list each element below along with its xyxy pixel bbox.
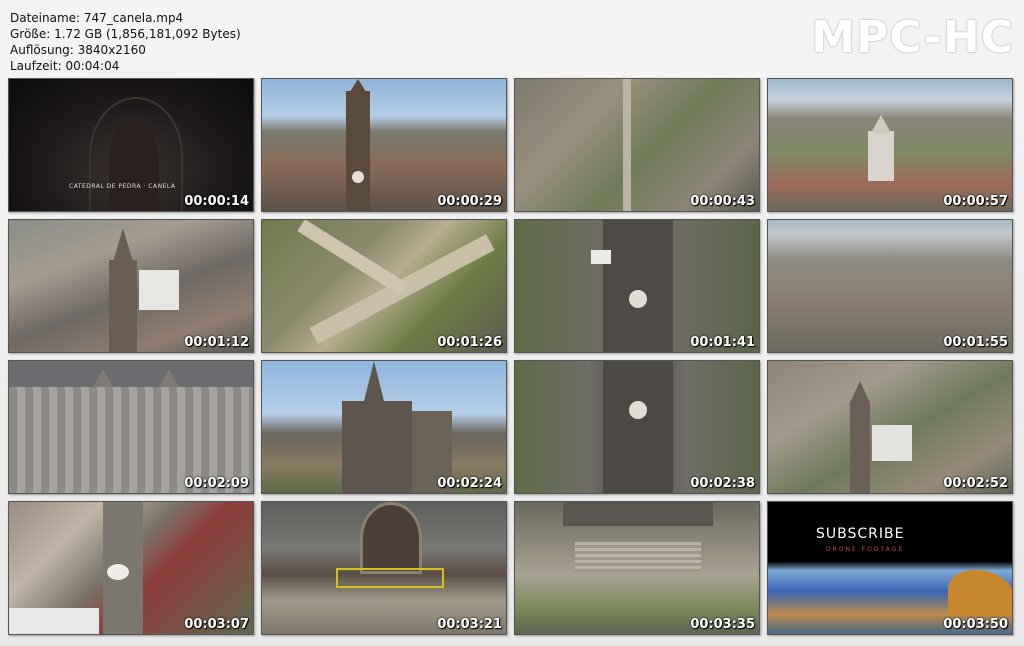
file-name: Dateiname: 747_canela.mp4 xyxy=(10,11,184,25)
thumbnail-8[interactable]: 00:01:55 xyxy=(767,219,1013,353)
thumbnail-15[interactable]: 00:03:35 xyxy=(514,501,760,635)
timestamp: 00:02:24 xyxy=(437,476,502,491)
thumbnail-9[interactable]: 00:02:09 xyxy=(8,360,254,494)
timestamp: 00:03:21 xyxy=(437,617,502,632)
thumbnail-12[interactable]: 00:02:52 xyxy=(767,360,1013,494)
file-resolution: Auflösung: 3840x2160 xyxy=(10,43,146,57)
file-info: Dateiname: 747_canela.mp4 Größe: 1.72 GB… xyxy=(10,10,241,74)
thumbnail-13[interactable]: 00:03:07 xyxy=(8,501,254,635)
timestamp: 00:02:52 xyxy=(943,476,1008,491)
timestamp: 00:03:07 xyxy=(184,617,249,632)
timestamp: 00:01:55 xyxy=(943,335,1008,350)
subscribe-subtitle: DRONE FOOTAGE xyxy=(826,546,905,553)
timestamp: 00:00:29 xyxy=(437,194,502,209)
timestamp: 00:01:26 xyxy=(437,335,502,350)
thumbnail-5[interactable]: 00:01:12 xyxy=(8,219,254,353)
thumbnail-4[interactable]: 00:00:57 xyxy=(767,78,1013,212)
timestamp: 00:03:35 xyxy=(690,617,755,632)
thumbnail-10[interactable]: 00:02:24 xyxy=(261,360,507,494)
timestamp: 00:01:12 xyxy=(184,335,249,350)
timestamp: 00:03:50 xyxy=(943,617,1008,632)
thumbnail-16[interactable]: SUBSCRIBE DRONE FOOTAGE 00:03:50 xyxy=(767,501,1013,635)
timestamp: 00:01:41 xyxy=(690,335,755,350)
thumbnail-14[interactable]: 00:03:21 xyxy=(261,501,507,635)
thumbnail-grid: CATEDRAL DE PEDRA · CANELA 00:00:14 00:0… xyxy=(8,78,1013,635)
timestamp: 00:00:43 xyxy=(690,194,755,209)
thumbnail-3[interactable]: 00:00:43 xyxy=(514,78,760,212)
thumbnail-1[interactable]: CATEDRAL DE PEDRA · CANELA 00:00:14 xyxy=(8,78,254,212)
thumbnail-7[interactable]: 00:01:41 xyxy=(514,219,760,353)
file-duration: Laufzeit: 00:04:04 xyxy=(10,59,120,73)
timestamp: 00:00:57 xyxy=(943,194,1008,209)
file-size: Größe: 1.72 GB (1,856,181,092 Bytes) xyxy=(10,27,241,41)
mpc-hc-logo: MPC-HC xyxy=(811,12,1014,63)
subscribe-title: SUBSCRIBE xyxy=(816,526,905,542)
timestamp: 00:00:14 xyxy=(184,194,249,209)
video-caption: CATEDRAL DE PEDRA · CANELA xyxy=(69,183,176,190)
timestamp: 00:02:09 xyxy=(184,476,249,491)
thumbnail-6[interactable]: 00:01:26 xyxy=(261,219,507,353)
thumbnail-2[interactable]: 00:00:29 xyxy=(261,78,507,212)
timestamp: 00:02:38 xyxy=(690,476,755,491)
thumbnail-11[interactable]: 00:02:38 xyxy=(514,360,760,494)
